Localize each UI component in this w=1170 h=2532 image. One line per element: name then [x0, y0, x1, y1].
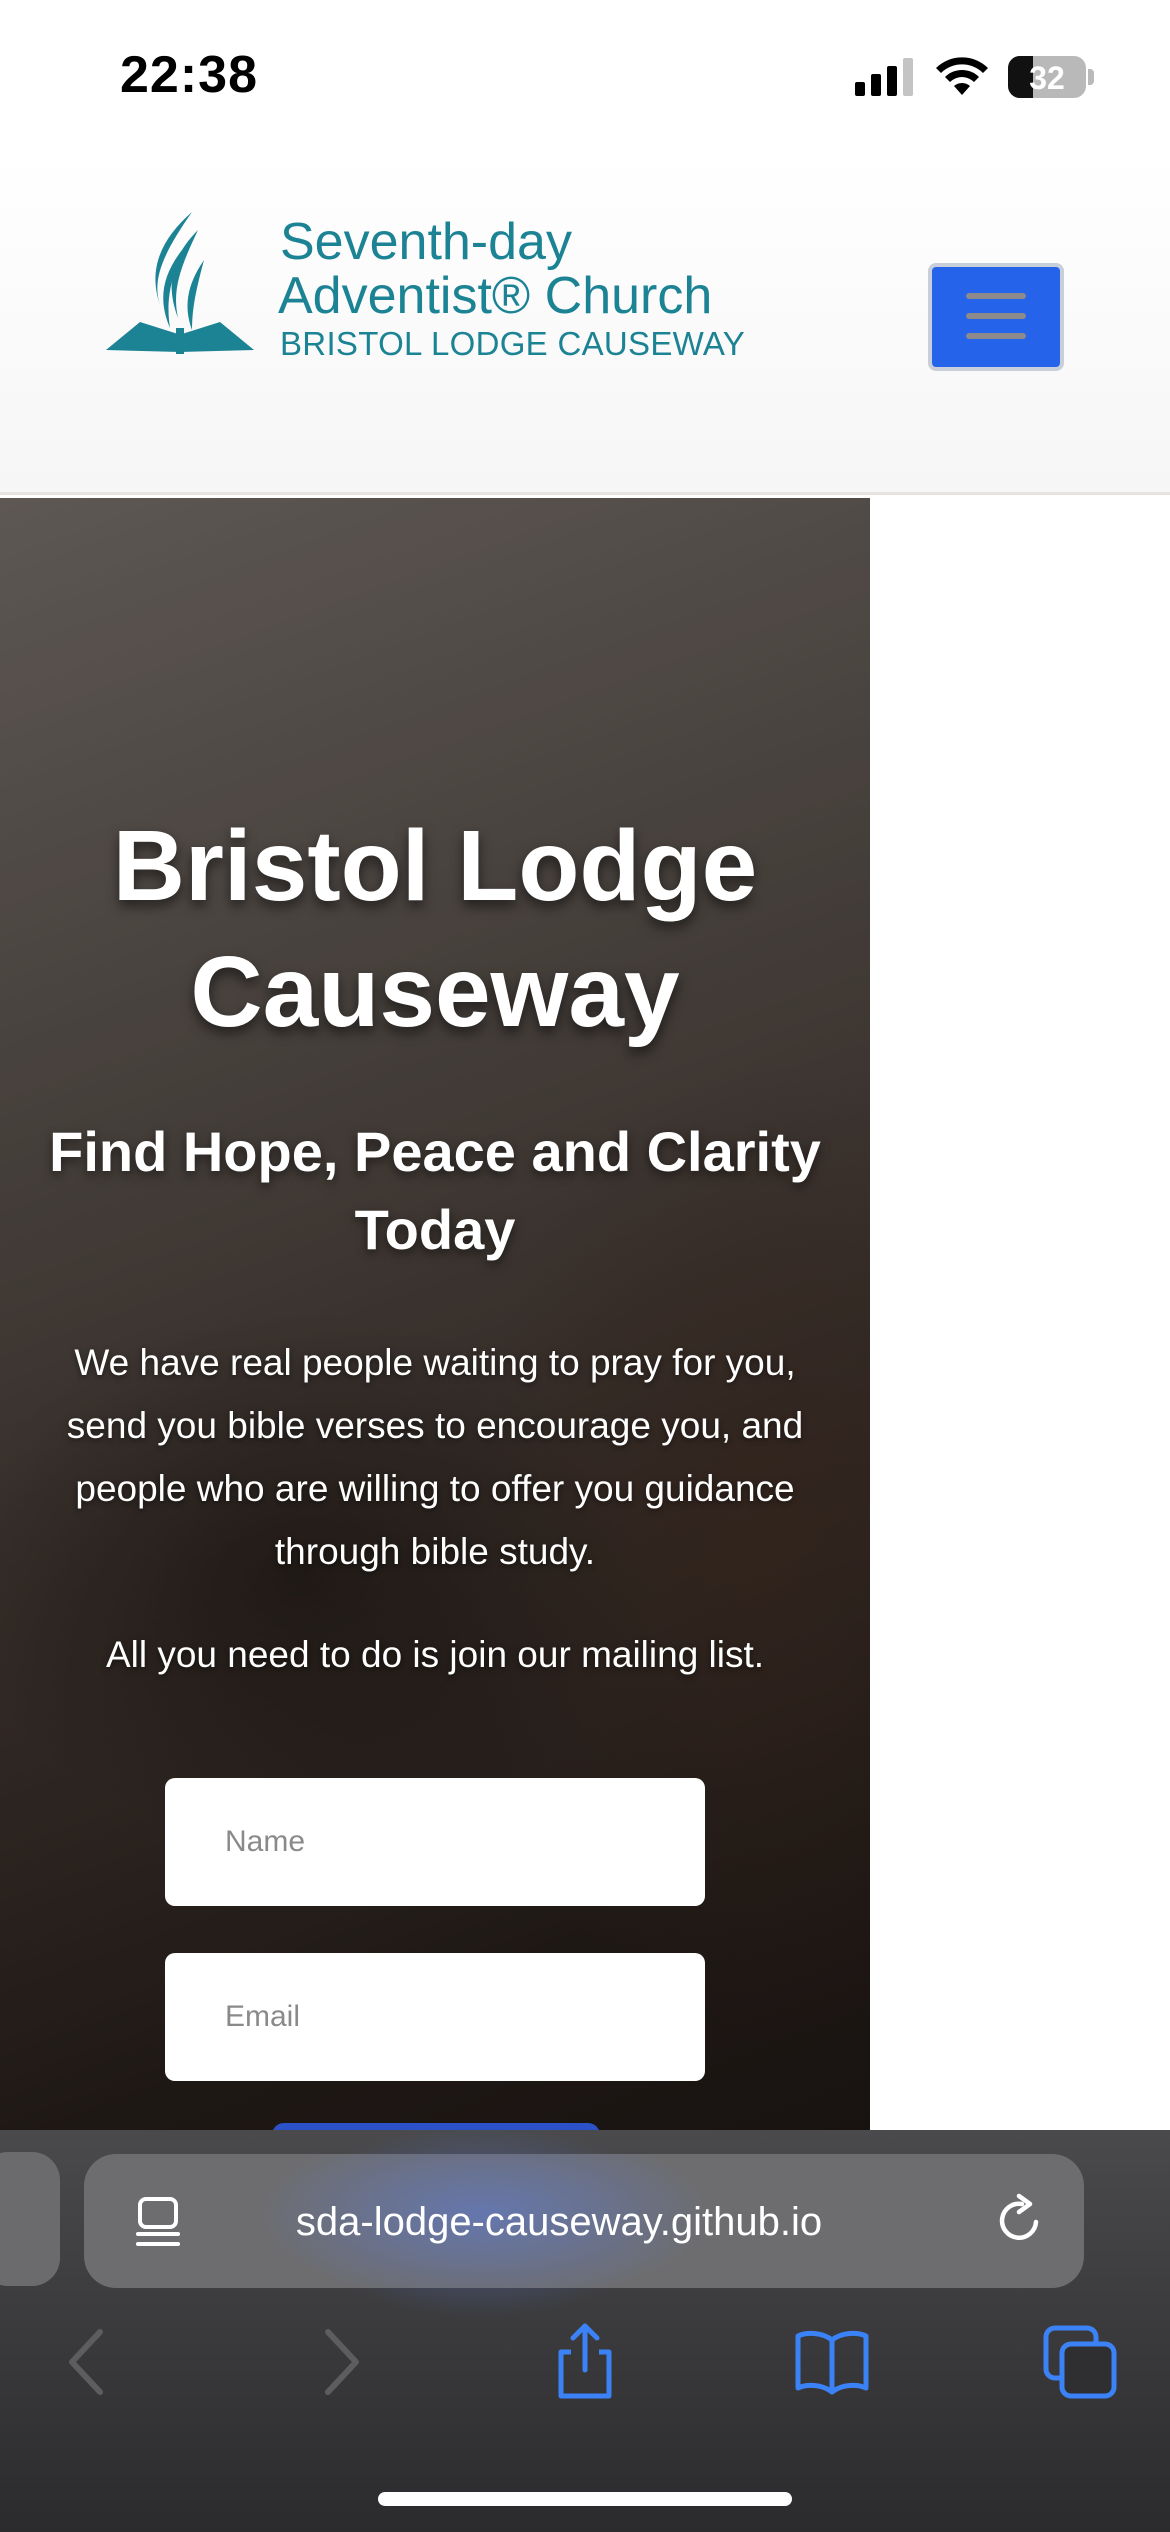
home-indicator[interactable]	[378, 2492, 792, 2506]
hero-description: We have real people waiting to pray for …	[66, 1342, 804, 1572]
wifi-icon	[936, 57, 988, 95]
logo-text-line1: Seventh-day	[280, 213, 572, 271]
url-text: sda-lodge-causeway.github.io	[295, 2200, 823, 2244]
hamburger-icon	[966, 293, 1026, 299]
battery-level: 32	[1029, 60, 1065, 96]
forward-icon[interactable]	[300, 2322, 380, 2402]
sda-flame-bible-icon	[106, 212, 254, 354]
reload-icon[interactable]	[992, 2192, 1048, 2248]
hamburger-icon-bar	[966, 313, 1026, 319]
name-input[interactable]	[165, 1778, 705, 1906]
bookmarks-icon[interactable]	[792, 2322, 872, 2402]
previous-tab-preview[interactable]	[0, 2152, 60, 2286]
share-icon[interactable]	[545, 2322, 625, 2402]
hero-section: Bristol Lodge Causeway Find Hope, Peace …	[0, 498, 870, 2130]
tabs-icon[interactable]	[1040, 2322, 1120, 2402]
hero-title: Bristol Lodge Causeway	[112, 810, 758, 1048]
church-logo[interactable]: Seventh-day Adventist® Church BRISTOL LO…	[100, 210, 745, 370]
hero-call-to-action: All you need to do is join our mailing l…	[105, 1634, 765, 1675]
logo-text-line3: BRISTOL LODGE CAUSEWAY	[280, 325, 746, 362]
back-icon[interactable]	[48, 2322, 128, 2402]
subscribe-button[interactable]	[272, 2123, 600, 2130]
cellular-signal-icon	[855, 58, 913, 96]
battery-icon: 32	[1008, 56, 1094, 98]
site-header: Seventh-day Adventist® Church BRISTOL LO…	[0, 150, 1170, 495]
hamburger-icon-bar	[966, 333, 1026, 339]
menu-toggle-button[interactable]	[928, 263, 1064, 371]
email-input[interactable]	[165, 1953, 705, 2081]
address-bar[interactable]: sda-lodge-causeway.github.io	[84, 2154, 1084, 2288]
page-menu-icon[interactable]	[134, 2196, 182, 2248]
status-time: 22:38	[120, 46, 258, 104]
status-bar: 22:38 32	[0, 0, 1170, 150]
logo-text-line2: Adventist® Church	[278, 267, 713, 325]
hero-subtitle: Find Hope, Peace and Clarity Today	[49, 1120, 821, 1261]
